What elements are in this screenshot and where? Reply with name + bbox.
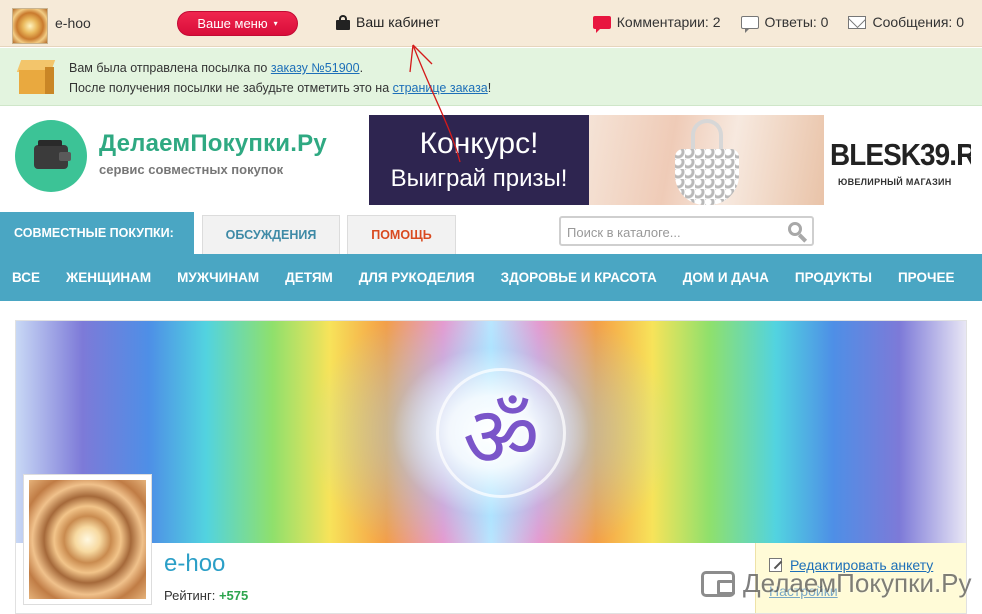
order-link[interactable]: заказу №51900 [271,61,360,75]
category-other[interactable]: ПРОЧЕЕ [898,270,955,285]
mail-icon [848,15,867,29]
order-page-link[interactable]: странице заказа [393,81,488,95]
notice-line-1: Вам была отправлена посылка по заказу №5… [69,61,363,75]
site-title[interactable]: ДелаемПокупки.Ру [99,130,327,158]
cabinet-label: Ваш кабинет [356,14,440,30]
site-subtitle: сервис совместных покупок [99,162,284,177]
messages-label: Сообщения: 0 [872,14,964,30]
comments-link[interactable]: Комментарии: 2 [592,14,721,33]
profile-avatar[interactable] [23,474,152,605]
om-symbol-image: ॐ [436,368,566,498]
banner-brand-sub: ЮВЕЛИРНЫЙ МАГАЗИН [838,177,952,187]
tabs-row: СОВМЕСТНЫЕ ПОКУПКИ: ОБСУЖДЕНИЯ ПОМОЩЬ [0,212,982,254]
notice-text-2: После получения посылки не забудьте отме… [69,81,393,95]
banner-brand-panel: BLESK39.RU ЮВЕЛИРНЫЙ МАГАЗИН [824,115,971,205]
comments-label: Комментарии: 2 [616,14,721,30]
banner-brand: BLESK39.RU [830,137,971,172]
notice-line-2: После получения посылки не забудьте отме… [69,81,491,95]
notice-end-2: ! [487,81,492,95]
parcel-notice: Вам была отправлена посылка по заказу №5… [0,48,982,106]
search-icon[interactable] [788,222,802,236]
watermark-text: ДелаемПокупки.Ру [743,568,972,598]
category-health-beauty[interactable]: ЗДОРОВЬЕ И КРАСОТА [501,270,657,285]
avatar[interactable] [12,8,48,44]
category-women[interactable]: ЖЕНЩИНАМ [66,270,151,285]
tab-joint-purchases[interactable]: СОВМЕСТНЫЕ ПОКУПКИ: [0,212,194,254]
box-icon [16,58,56,96]
category-food[interactable]: ПРОДУКТЫ [795,270,872,285]
profile-cover-image: ॐ [16,321,966,543]
wallet-watermark-icon [701,570,735,597]
notice-text-1: Вам была отправлена посылка по [69,61,271,75]
category-men[interactable]: МУЖЧИНАМ [177,270,259,285]
username[interactable]: e-hoo [55,15,91,31]
your-menu-button[interactable]: Ваше меню ▾ [177,11,298,36]
chevron-down-icon: ▾ [273,19,278,28]
tab-discussions[interactable]: ОБСУЖДЕНИЯ [202,215,340,254]
category-home-garden[interactable]: ДОМ И ДАЧА [683,270,769,285]
replies-label: Ответы: 0 [764,14,829,30]
catalog-search [559,216,814,246]
rating-label: Рейтинг: [164,588,216,603]
search-input[interactable] [567,222,777,242]
tab-help[interactable]: ПОМОЩЬ [347,215,456,254]
watermark: ДелаемПокупки.Ру [701,568,972,599]
page: e-hoo Ваше меню ▾ Ваш кабинет Комментари… [0,0,982,614]
rating-value: +575 [218,588,249,603]
bag-icon [336,14,350,30]
category-all[interactable]: ВСЕ [12,270,40,285]
notice-end-1: . [359,61,364,75]
banner-headline: Конкурс! [419,127,539,160]
category-crafts[interactable]: ДЛЯ РУКОДЕЛИЯ [359,270,475,285]
banner-subline: Выиграй призы! [390,165,568,192]
top-bar: e-hoo Ваше меню ▾ Ваш кабинет Комментари… [0,0,982,47]
menu-button-label: Ваше меню [197,16,268,31]
replies-link[interactable]: Ответы: 0 [740,14,829,33]
banner-image [589,115,824,205]
wallet-icon [34,140,71,169]
handbag-image [675,119,739,205]
ad-banner[interactable]: Конкурс! Выиграй призы! BLESK39.RU ЮВЕЛИ… [369,115,971,205]
reply-icon [740,15,759,33]
profile-rating: Рейтинг: +575 [164,588,248,603]
comment-icon [592,15,611,33]
cabinet-link[interactable]: Ваш кабинет [336,14,440,30]
category-kids[interactable]: ДЕТЯМ [285,270,333,285]
messages-link[interactable]: Сообщения: 0 [848,14,964,30]
category-nav: ВСЕ ЖЕНЩИНАМ МУЖЧИНАМ ДЕТЯМ ДЛЯ РУКОДЕЛИ… [0,254,982,301]
banner-contest-panel: Конкурс! Выиграй призы! [369,115,589,205]
profile-name: e-hoo [164,550,226,577]
notifications: Комментарии: 2 Ответы: 0 Сообщения: 0 [592,14,964,33]
